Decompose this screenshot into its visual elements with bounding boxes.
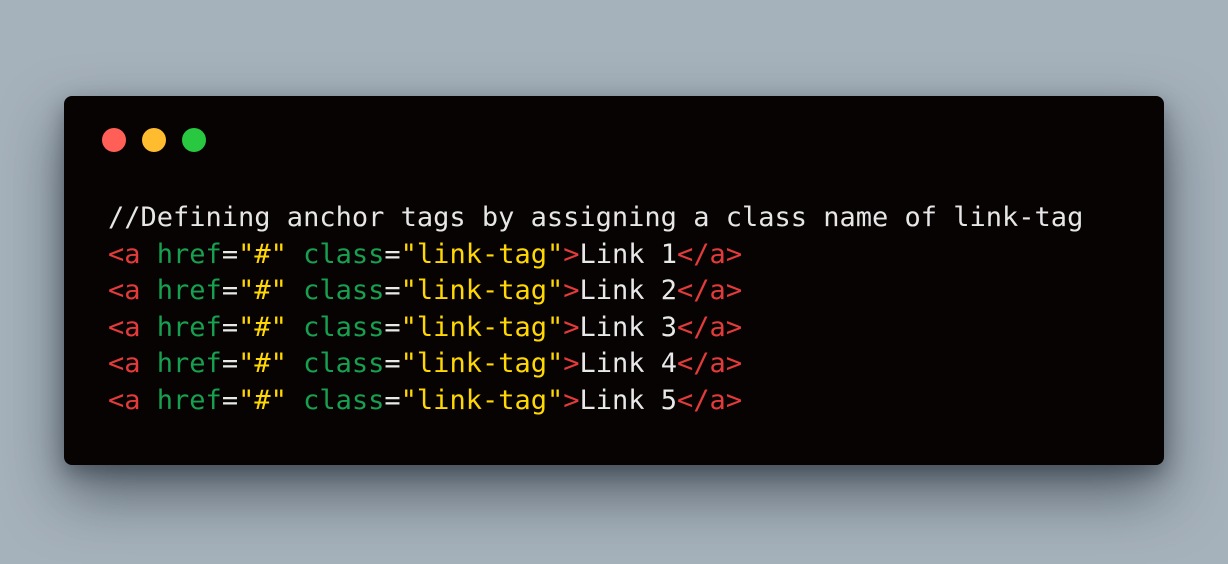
equals: = xyxy=(221,348,239,380)
equals: = xyxy=(384,238,401,270)
tag-end: </a> xyxy=(677,275,743,307)
tag-end: </a> xyxy=(677,384,743,416)
code-line: <a href="#" class="link-tag">Link 1</a> xyxy=(108,237,1083,274)
code-block: //Defining anchor tags by assigning a cl… xyxy=(108,200,1083,420)
attr-value: "#" xyxy=(238,348,287,380)
attr-value: "#" xyxy=(238,238,287,270)
tag-close-bracket: > xyxy=(563,311,580,343)
tag-close-bracket: > xyxy=(563,238,580,270)
code-line: <a href="#" class="link-tag">Link 4</a> xyxy=(108,346,1083,383)
link-text: Link 4 xyxy=(579,348,678,380)
attr-name: href xyxy=(156,348,222,380)
attr-name: class xyxy=(303,348,385,380)
code-window: //Defining anchor tags by assigning a cl… xyxy=(64,96,1164,465)
attr-value: "link-tag" xyxy=(400,238,564,270)
attr-value: "#" xyxy=(238,384,287,416)
link-text: Link 3 xyxy=(579,311,678,343)
tag-close-bracket: > xyxy=(563,275,580,307)
attr-name: class xyxy=(303,311,385,343)
tag-open: <a xyxy=(108,275,141,307)
attr-name: href xyxy=(156,238,222,270)
equals: = xyxy=(221,238,239,270)
minimize-dot-icon[interactable] xyxy=(142,128,166,152)
equals: = xyxy=(384,275,401,307)
equals: = xyxy=(221,311,239,343)
tag-end: </a> xyxy=(677,348,743,380)
tag-end: </a> xyxy=(677,238,743,270)
maximize-dot-icon[interactable] xyxy=(182,128,206,152)
tag-open: <a xyxy=(108,311,141,343)
equals: = xyxy=(384,384,401,416)
attr-name: class xyxy=(303,275,385,307)
code-comment: //Defining anchor tags by assigning a cl… xyxy=(108,202,1084,233)
attr-value: "link-tag" xyxy=(400,275,564,307)
tag-open: <a xyxy=(108,348,141,380)
attr-name: href xyxy=(156,275,222,307)
link-text: Link 1 xyxy=(579,238,678,270)
attr-value: "link-tag" xyxy=(400,311,564,343)
code-line: <a href="#" class="link-tag">Link 3</a> xyxy=(108,310,1083,347)
attr-value: "link-tag" xyxy=(400,384,564,416)
attr-name: class xyxy=(303,384,385,416)
attr-value: "link-tag" xyxy=(400,348,564,380)
equals: = xyxy=(221,384,239,416)
code-line: <a href="#" class="link-tag">Link 2</a> xyxy=(108,273,1083,310)
close-dot-icon[interactable] xyxy=(102,128,126,152)
link-text: Link 2 xyxy=(579,275,678,307)
attr-value: "#" xyxy=(238,311,287,343)
tag-open: <a xyxy=(108,238,141,270)
code-line: <a href="#" class="link-tag">Link 5</a> xyxy=(108,383,1083,420)
equals: = xyxy=(221,275,239,307)
attr-name: href xyxy=(156,384,222,416)
tag-close-bracket: > xyxy=(563,348,580,380)
attr-name: class xyxy=(303,238,385,270)
tag-close-bracket: > xyxy=(563,384,580,416)
link-text: Link 5 xyxy=(579,384,678,416)
window-controls xyxy=(102,128,206,152)
attr-value: "#" xyxy=(238,275,287,307)
tag-open: <a xyxy=(108,384,141,416)
equals: = xyxy=(384,311,401,343)
equals: = xyxy=(384,348,401,380)
attr-name: href xyxy=(156,311,222,343)
tag-end: </a> xyxy=(677,311,743,343)
